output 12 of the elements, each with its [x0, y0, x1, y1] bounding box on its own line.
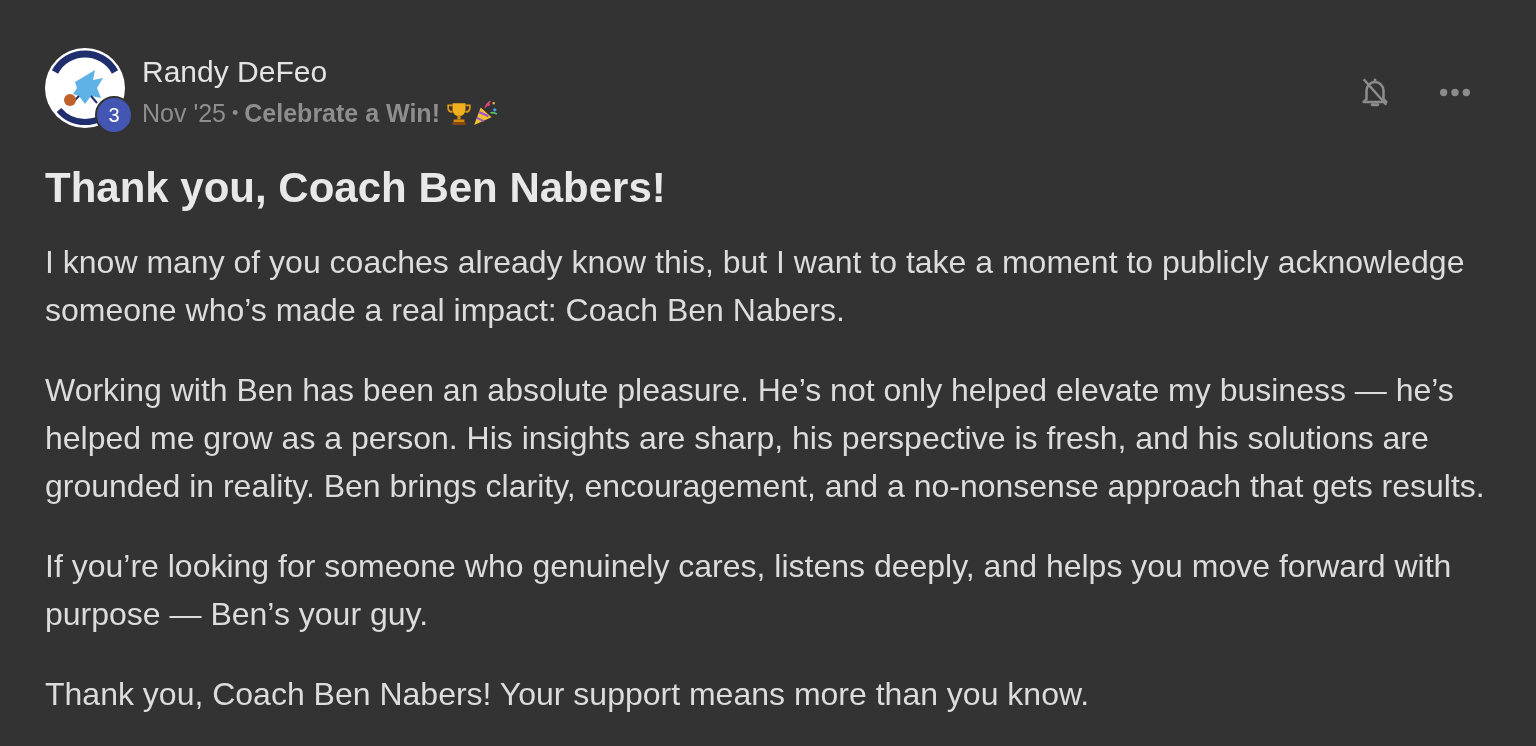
- post-date[interactable]: Nov '25: [142, 98, 226, 128]
- trophy-icon: [445, 100, 472, 126]
- category-link[interactable]: Celebrate a Win!: [244, 98, 440, 128]
- post-paragraph: If you’re looking for someone who genuinely cares, listens deeply, and helps you move forward with purpose — Ben’s your guy.: [45, 547, 1453, 634]
- post-paragraph: Thank you, Coach Ben Nabers! Your support means more than you know.: [45, 675, 1091, 714]
- post-paragraph: I know many of you coaches already know this, but I want to take a moment to publicly acknowledge someone who’s made a real impact: Coach Ben Nabers.: [45, 243, 1466, 330]
- party-popper-icon: [471, 100, 498, 126]
- post-paragraph: Working with Ben has been an absolute pleasure. He’s not only helped elevate my business — he’s helped me grow as a person. His insights are sharp, his perspective is fresh, and his solutions are grounded in reality. Ben brings clarity, encouragement, and a no-nonsense approach that gets results.: [45, 371, 1486, 506]
- separator-dot: •: [232, 102, 239, 125]
- author-name[interactable]: Randy DeFeo: [142, 55, 498, 89]
- level-badge: 3: [95, 96, 133, 134]
- post-title: Thank you, Coach Ben Nabers!: [45, 164, 667, 212]
